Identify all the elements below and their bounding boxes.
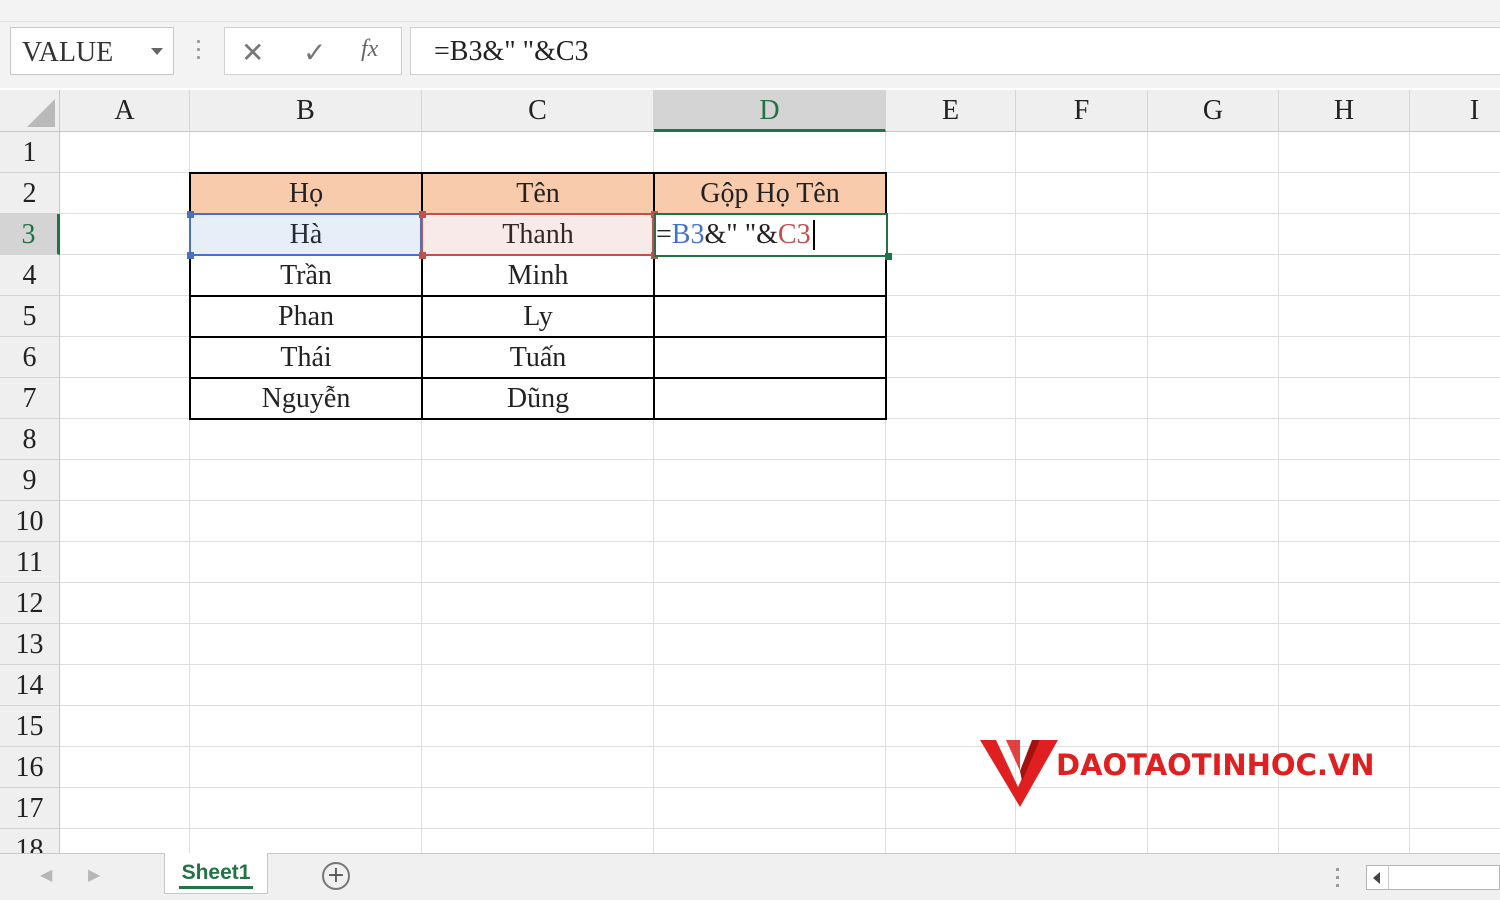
table-border-vertical [189, 172, 191, 420]
sheet-tab-sheet1[interactable]: Sheet1 [164, 853, 268, 894]
gridline-horizontal [60, 500, 1500, 501]
row-header-18[interactable]: 18 [0, 829, 60, 853]
table-border-horizontal [190, 172, 887, 174]
drag-handle-icon[interactable] [196, 40, 202, 62]
gridline-horizontal [60, 623, 1500, 624]
row-header-16[interactable]: 16 [0, 747, 60, 788]
row-header-14[interactable]: 14 [0, 665, 60, 706]
reference-handle-c3[interactable] [419, 252, 426, 259]
edit-ref-b3: B3 [671, 219, 705, 250]
scroll-left-icon [1373, 872, 1380, 884]
column-header-a[interactable]: A [60, 90, 190, 132]
gridline-horizontal [60, 705, 1500, 706]
select-all-icon [27, 99, 55, 127]
window-top-strip [0, 0, 1500, 22]
table-border-vertical [885, 172, 887, 420]
formula-bar-area: VALUE ✕ ✓ fx =B3&" "&C3 [0, 22, 1500, 88]
sheet-tab-label: Sheet1 [181, 861, 251, 884]
name-box[interactable]: VALUE [10, 27, 174, 75]
column-header-h[interactable]: H [1279, 90, 1410, 132]
active-cell-d3[interactable]: =B3&" "&C3 [654, 213, 888, 257]
cancel-icon[interactable]: ✕ [241, 36, 264, 69]
insert-function-icon[interactable]: fx [361, 36, 378, 63]
formula-buttons: ✕ ✓ fx [224, 27, 402, 75]
row-header-3[interactable]: 3 [0, 214, 60, 255]
table-border-horizontal [190, 295, 887, 297]
formula-input[interactable]: =B3&" "&C3 [410, 27, 1500, 75]
column-header-c[interactable]: C [422, 90, 654, 132]
row-header-7[interactable]: 7 [0, 378, 60, 419]
column-header-i[interactable]: I [1410, 90, 1500, 132]
chevron-down-icon[interactable] [151, 48, 163, 55]
gridline-horizontal [60, 664, 1500, 665]
cell-ten[interactable]: Tuấn [422, 337, 654, 378]
column-header-e[interactable]: E [886, 90, 1016, 132]
cell-edit-text: =B3&" "&C3 [656, 215, 815, 255]
cell-ten[interactable]: Minh [422, 255, 654, 296]
edit-ref-c3: C3 [777, 219, 811, 250]
gridline-horizontal [60, 459, 1500, 460]
row-header-4[interactable]: 4 [0, 255, 60, 296]
reference-handle-b3[interactable] [187, 211, 194, 218]
reference-handle-c3[interactable] [419, 211, 426, 218]
cell-ho[interactable]: Phan [190, 296, 422, 337]
row-header-1[interactable]: 1 [0, 132, 60, 173]
column-header-d[interactable]: D [654, 90, 886, 132]
horizontal-scrollbar[interactable] [1366, 865, 1500, 890]
row-header-10[interactable]: 10 [0, 501, 60, 542]
row-header-9[interactable]: 9 [0, 460, 60, 501]
scroll-left-button[interactable] [1367, 866, 1389, 889]
row-header-12[interactable]: 12 [0, 583, 60, 624]
table-border-horizontal [190, 418, 887, 420]
cell-ho[interactable]: Trần [190, 255, 422, 296]
cell-ten[interactable]: Ly [422, 296, 654, 337]
cell-ho[interactable]: Thái [190, 337, 422, 378]
edit-concat-operator: &" "& [704, 219, 778, 250]
table-header-cell[interactable]: Họ [190, 173, 422, 214]
column-header-f[interactable]: F [1016, 90, 1148, 132]
cell-ho[interactable]: Nguyễn [190, 378, 422, 419]
reference-highlight-c3 [421, 213, 654, 256]
add-sheet-icon[interactable]: + [322, 862, 350, 890]
tab-scroll-left-icon[interactable]: ◀ [40, 865, 52, 884]
row-header-11[interactable]: 11 [0, 542, 60, 583]
reference-handle-b3[interactable] [187, 252, 194, 259]
cell-ten[interactable]: Dũng [422, 378, 654, 419]
gridline-horizontal [60, 582, 1500, 583]
logo-text: DAOTAOTINHOC.VN [1056, 748, 1375, 782]
sheet-tab-bar: ◀ ▶ Sheet1 + [0, 853, 1500, 900]
row-header-5[interactable]: 5 [0, 296, 60, 337]
row-header-6[interactable]: 6 [0, 337, 60, 378]
row-header-2[interactable]: 2 [0, 173, 60, 214]
brand-logo: DAOTAOTINHOC.VN [980, 735, 1420, 810]
tab-scroll-right-icon[interactable]: ▶ [88, 865, 100, 884]
logo-mark-icon [980, 740, 1058, 807]
enter-icon[interactable]: ✓ [303, 36, 326, 69]
select-all-corner[interactable] [0, 90, 60, 132]
row-header-15[interactable]: 15 [0, 706, 60, 747]
row-header-8[interactable]: 8 [0, 419, 60, 460]
formula-text: =B3&" "&C3 [434, 36, 589, 67]
fill-handle[interactable] [885, 253, 892, 260]
active-tab-indicator [179, 886, 253, 889]
row-header-13[interactable]: 13 [0, 624, 60, 665]
gridline-horizontal [60, 828, 1500, 829]
column-header-g[interactable]: G [1148, 90, 1279, 132]
name-box-value: VALUE [22, 37, 114, 68]
table-header-cell[interactable]: Tên [422, 173, 654, 214]
table-border-horizontal [190, 336, 887, 338]
column-header-b[interactable]: B [190, 90, 422, 132]
table-border-horizontal [190, 377, 887, 379]
row-header-17[interactable]: 17 [0, 788, 60, 829]
table-header-cell[interactable]: Gộp Họ Tên [654, 173, 886, 214]
table-border-vertical [653, 172, 655, 420]
text-caret [812, 219, 815, 250]
splitter-handle-icon[interactable] [1336, 868, 1340, 888]
edit-equals: = [656, 219, 672, 250]
table-border-vertical [421, 172, 423, 420]
reference-highlight-b3 [189, 213, 422, 256]
gridline-horizontal [60, 541, 1500, 542]
